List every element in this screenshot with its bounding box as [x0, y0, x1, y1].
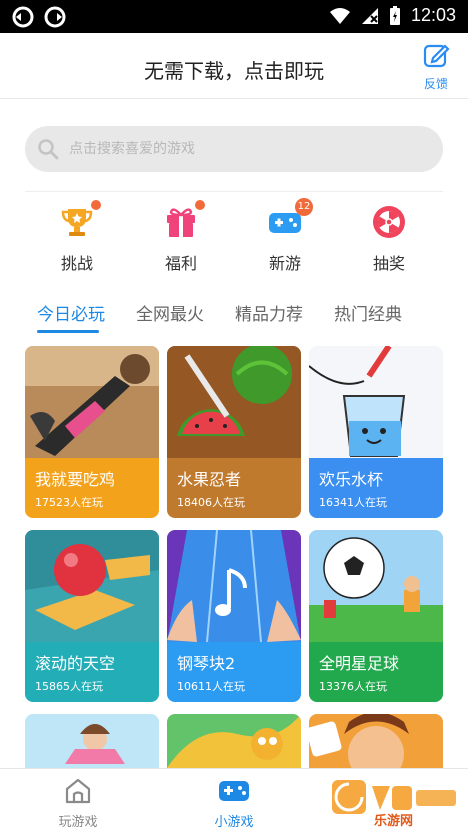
new-count-badge: 12: [295, 198, 313, 216]
game-player-count: 15865人在玩: [35, 680, 103, 693]
game-info: 我就要吃鸡 17523人在玩: [25, 458, 159, 518]
sync-icon: [44, 6, 66, 28]
trophy-icon: [61, 209, 93, 236]
game-card[interactable]: 欢乐水杯 16341人在玩: [309, 346, 443, 518]
game-info: 全明星足球 13376人在玩: [309, 642, 443, 702]
edit-icon: [423, 44, 450, 68]
search-bar[interactable]: [25, 126, 443, 172]
category-label: 挑战: [60, 254, 93, 273]
game-thumbnail: [309, 530, 443, 642]
category-label: 福利: [164, 254, 197, 273]
nav-label: 小游戏: [214, 815, 254, 830]
category-lottery[interactable]: 抽奖: [337, 200, 441, 276]
game-card[interactable]: [167, 714, 301, 768]
category-welfare[interactable]: 福利: [129, 200, 233, 276]
nav-mini-games[interactable]: 小游戏: [174, 777, 294, 830]
game-info: 滚动的天空 15865人在玩: [25, 642, 159, 702]
game-name: 我就要吃鸡: [35, 470, 116, 489]
site-watermark-logo: 乐游网: [330, 776, 460, 829]
game-info: 欢乐水杯 16341人在玩: [309, 458, 443, 518]
game-player-count: 13376人在玩: [319, 680, 387, 693]
game-info: 钢琴块2 10611人在玩: [167, 642, 301, 702]
category-label: 新游: [268, 254, 301, 273]
search-input[interactable]: [69, 141, 409, 157]
category-new-games[interactable]: 12 新游: [233, 198, 337, 276]
game-thumbnail: [309, 346, 443, 458]
game-player-count: 17523人在玩: [35, 496, 103, 509]
game-thumbnail: [167, 346, 301, 458]
game-thumbnail: [167, 714, 301, 768]
signal-icon: [361, 7, 378, 24]
feedback-label: 反馈: [423, 77, 448, 91]
sync-icon: [12, 6, 34, 28]
divider: [25, 191, 443, 192]
game-name: 钢琴块2: [177, 654, 236, 673]
category-row: 挑战 福利 12 新游 抽奖: [25, 198, 443, 280]
wifi-icon: [329, 7, 350, 24]
game-thumbnail: [25, 530, 159, 642]
game-thumbnail: [167, 530, 301, 642]
battery-icon: [389, 5, 400, 25]
gift-icon: [167, 208, 195, 237]
nav-play-games[interactable]: 玩游戏: [18, 777, 138, 830]
game-thumbnail: [309, 714, 443, 768]
tab-classics[interactable]: 热门经典: [334, 300, 402, 325]
game-card[interactable]: 我就要吃鸡 17523人在玩: [25, 346, 159, 518]
status-time: 12:03: [410, 5, 456, 25]
game-player-count: 16341人在玩: [319, 496, 387, 509]
game-name: 水果忍者: [177, 470, 242, 489]
game-thumbnail: [25, 346, 159, 458]
notification-dot: [91, 200, 101, 210]
game-player-count: 18406人在玩: [177, 496, 245, 509]
game-name: 全明星足球: [319, 654, 400, 673]
prize-wheel-icon: [373, 206, 405, 238]
tab-today-must-play[interactable]: 今日必玩: [37, 300, 105, 325]
status-bar: 12:03: [0, 0, 468, 33]
watermark-text: 乐游网: [374, 814, 414, 829]
home-icon: [65, 778, 91, 804]
active-tab-indicator: [37, 330, 99, 333]
feedback-button[interactable]: 反馈: [418, 41, 454, 92]
game-card[interactable]: 全明星足球 13376人在玩: [309, 530, 443, 702]
tab-recommended[interactable]: 精品力荐: [235, 300, 303, 325]
category-label: 抽奖: [372, 254, 405, 273]
game-name: 滚动的天空: [35, 654, 116, 673]
tab-hottest[interactable]: 全网最火: [136, 300, 204, 325]
game-card[interactable]: [25, 714, 159, 768]
search-icon: [38, 139, 59, 160]
header: 无需下载，点击即玩 反馈: [0, 33, 468, 99]
game-card[interactable]: 水果忍者 18406人在玩: [167, 346, 301, 518]
page-title: 无需下载，点击即玩: [144, 59, 324, 83]
game-info: 水果忍者 18406人在玩: [167, 458, 301, 518]
category-challenge[interactable]: 挑战: [25, 200, 129, 276]
tab-bar: 今日必玩 全网最火 精品力荐 热门经典: [25, 300, 443, 336]
game-thumbnail: [25, 714, 159, 768]
gamepad-icon: [219, 781, 249, 801]
notification-dot: [195, 200, 205, 210]
game-card[interactable]: 钢琴块2 10611人在玩: [167, 530, 301, 702]
game-player-count: 10611人在玩: [177, 680, 245, 693]
game-name: 欢乐水杯: [319, 470, 384, 489]
nav-label: 玩游戏: [58, 815, 98, 830]
game-card[interactable]: [309, 714, 443, 768]
game-card[interactable]: 滚动的天空 15865人在玩: [25, 530, 159, 702]
